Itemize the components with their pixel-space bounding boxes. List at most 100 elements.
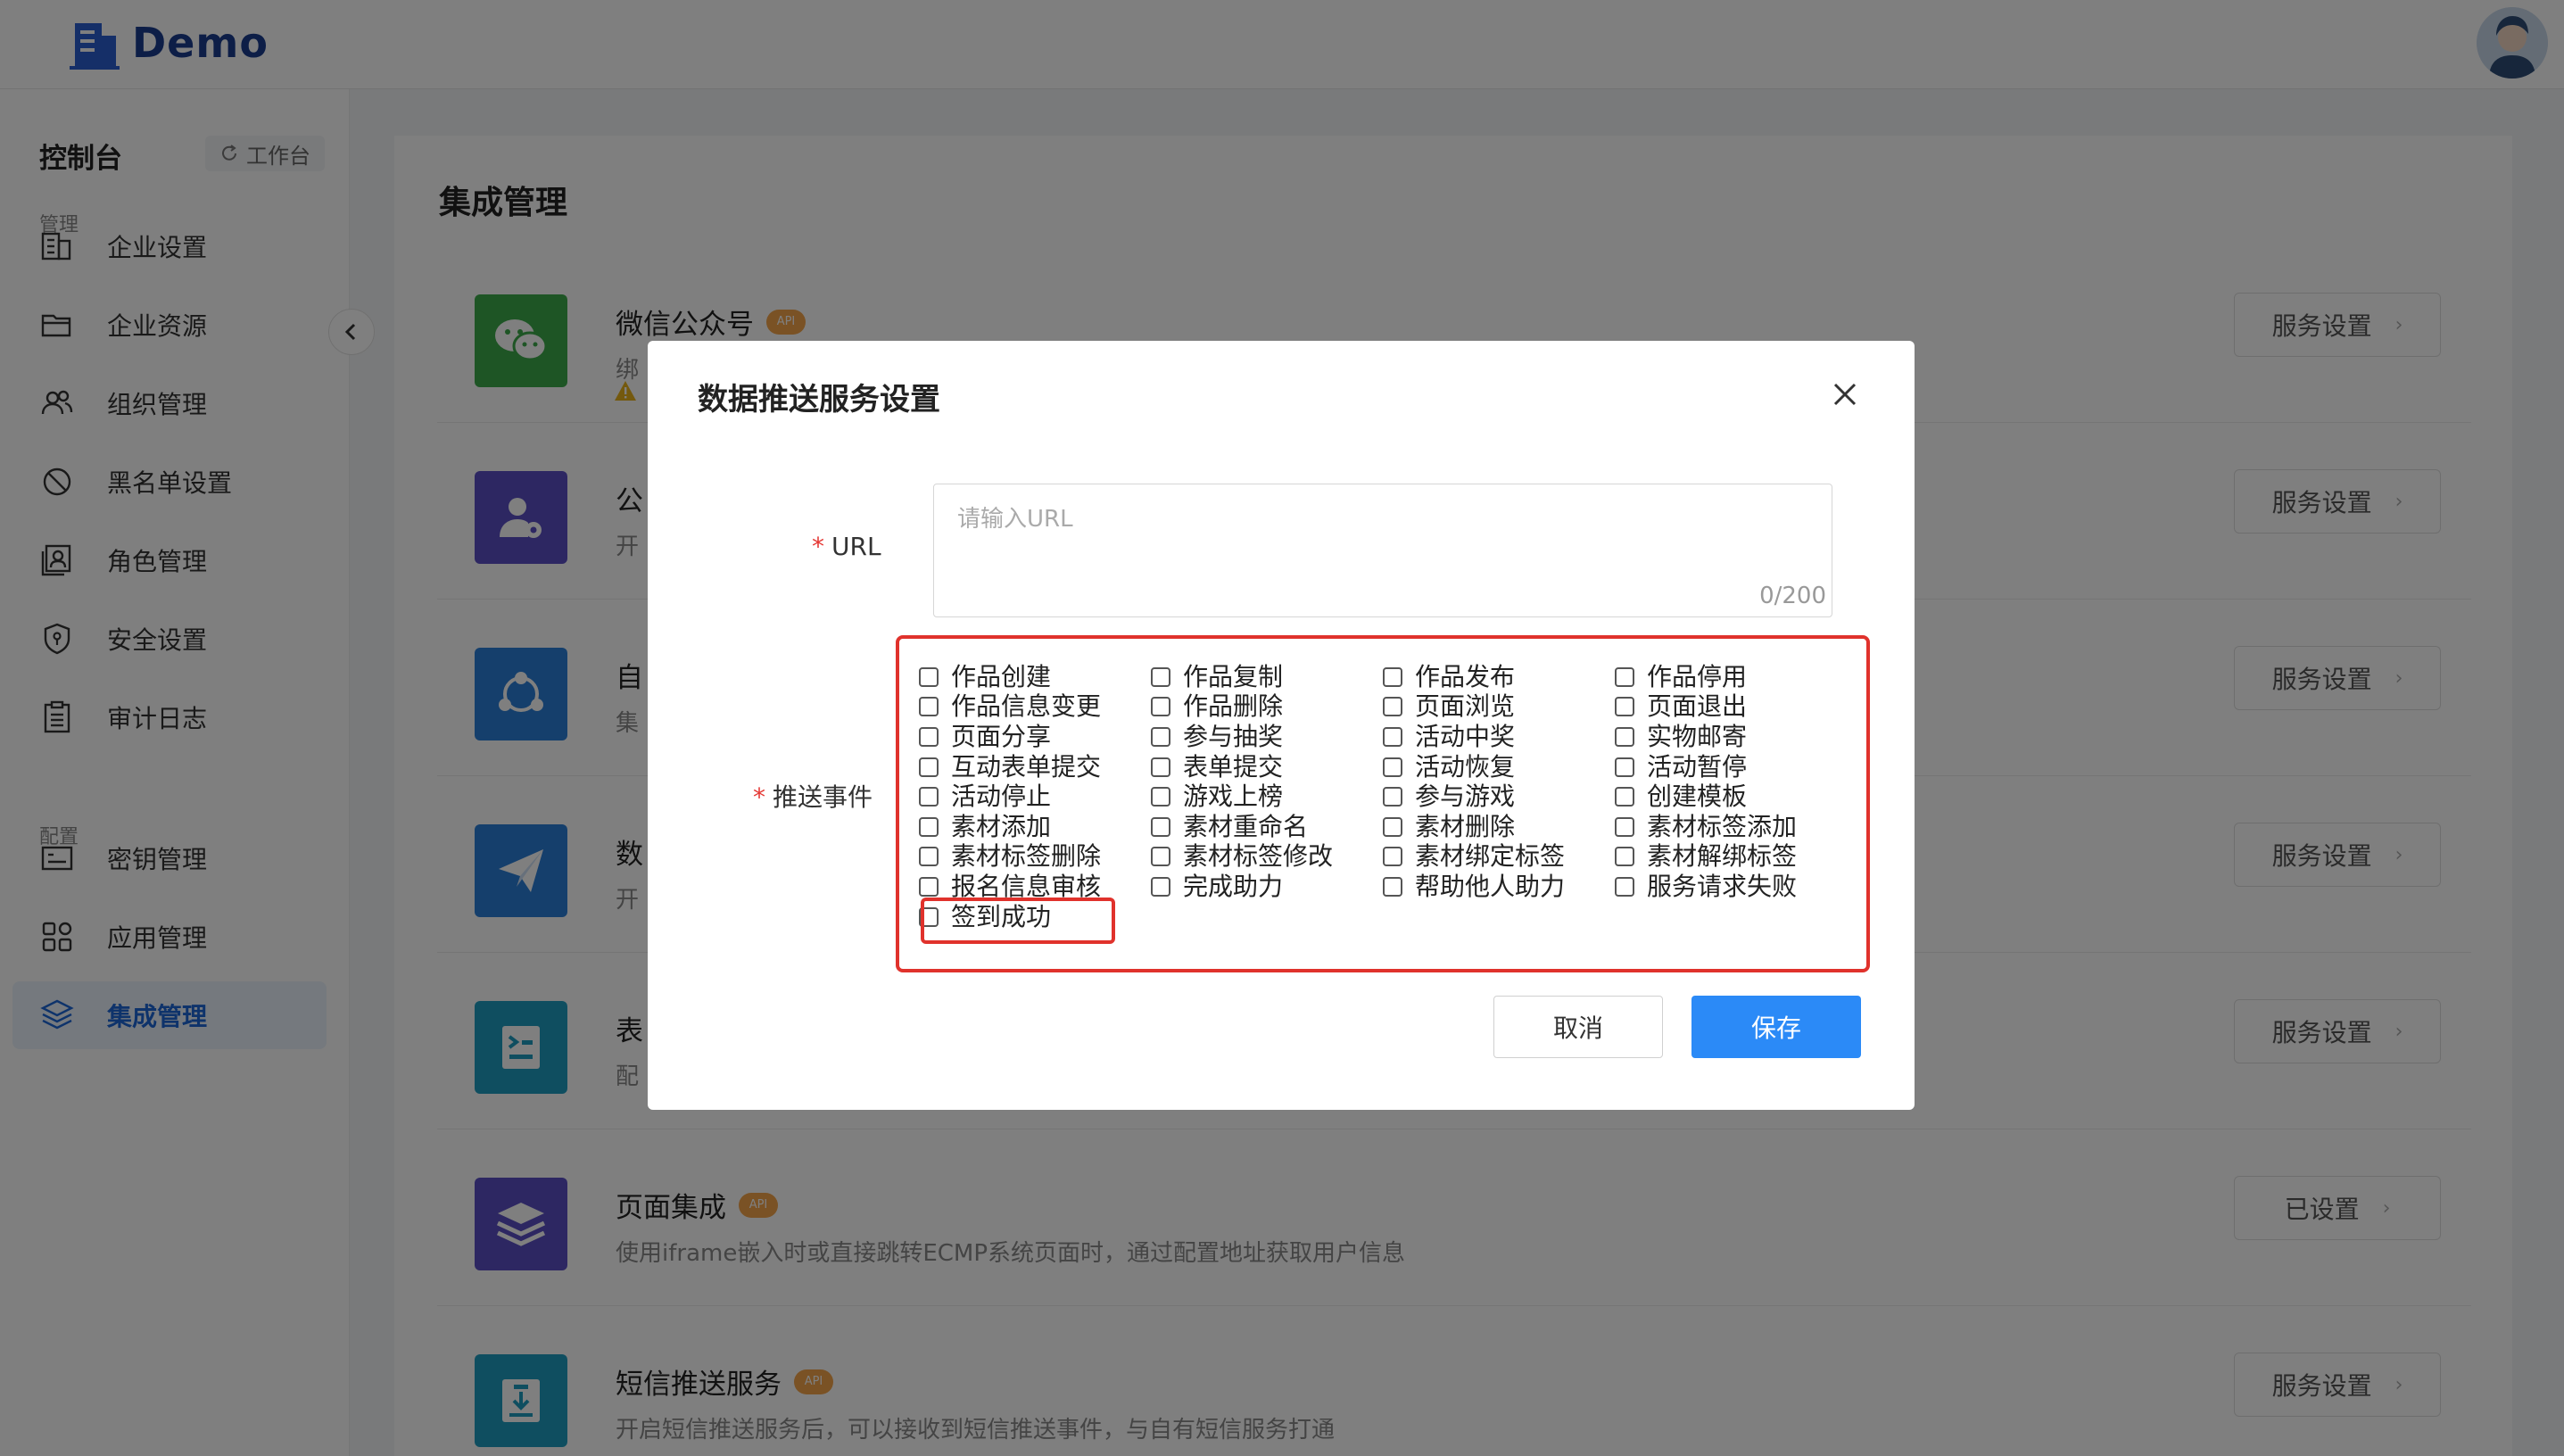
checkbox-label: 表单提交 [1183,751,1284,782]
event-checkbox-item[interactable]: 活动停止 [919,782,1151,812]
checkbox-label: 作品创建 [951,661,1052,691]
event-checkbox-item[interactable]: 作品复制 [1151,662,1383,692]
checkbox[interactable] [1615,876,1634,897]
checkbox-label: 作品复制 [1183,661,1284,691]
event-checkbox-item[interactable]: 作品创建 [919,662,1151,692]
checkbox[interactable] [1383,757,1402,777]
checkbox[interactable] [1151,757,1170,777]
cancel-button[interactable]: 取消 [1493,996,1663,1058]
checkbox[interactable] [1383,697,1402,717]
checkbox[interactable] [1151,787,1170,807]
event-checkbox-item[interactable]: 页面分享 [919,722,1151,752]
checkbox-label: 活动停止 [951,782,1052,812]
checkbox-label: 活动恢复 [1415,751,1516,782]
checkbox[interactable] [1383,876,1402,897]
checkbox[interactable] [919,787,939,807]
checkbox-label: 素材删除 [1415,811,1516,841]
checkbox-label: 服务请求失败 [1647,871,1798,901]
push-events-label: * 推送事件 [753,778,873,814]
checkbox-label: 素材重命名 [1183,811,1309,841]
checkbox[interactable] [1615,726,1634,747]
checkbox-label: 作品发布 [1415,661,1516,691]
event-checkbox-item[interactable]: 游戏上榜 [1151,782,1383,812]
checkbox-label: 素材标签添加 [1647,811,1798,841]
checkbox[interactable] [1151,847,1170,867]
checkbox[interactable] [1615,666,1634,687]
event-checkbox-item[interactable]: 参与游戏 [1383,782,1615,812]
checkbox-label: 页面分享 [951,721,1052,751]
save-button[interactable]: 保存 [1691,996,1861,1058]
event-checkbox-item[interactable]: 帮助他人助力 [1383,872,1615,902]
checkbox-label: 创建模板 [1647,782,1748,812]
checkbox[interactable] [1383,787,1402,807]
checkbox[interactable] [1383,816,1402,837]
checkbox[interactable] [919,816,939,837]
checkbox[interactable] [1615,757,1634,777]
event-checkbox-item[interactable]: 素材标签修改 [1151,842,1383,873]
checkbox-label: 完成助力 [1183,871,1284,901]
checkbox[interactable] [1383,847,1402,867]
event-checkbox-item[interactable]: 素材标签添加 [1615,812,1847,842]
event-checkbox-item[interactable]: 实物邮寄 [1615,722,1847,752]
url-input-box: 0/200 [933,484,1832,617]
event-checkbox-item[interactable]: 素材绑定标签 [1383,842,1615,873]
event-checkbox-item[interactable]: 素材解绑标签 [1615,842,1847,873]
checkbox[interactable] [919,666,939,687]
checkbox[interactable] [1615,787,1634,807]
url-label-text: URL [831,532,881,561]
event-checkbox-item[interactable]: 活动暂停 [1615,752,1847,782]
checkbox[interactable] [1615,816,1634,837]
event-checkbox-item[interactable]: 活动中奖 [1383,722,1615,752]
checkbox[interactable] [919,697,939,717]
checkbox-label: 页面退出 [1647,691,1748,722]
checkbox[interactable] [1383,666,1402,687]
event-checkbox-item[interactable]: 素材标签删除 [919,842,1151,873]
url-label: * URL [812,532,881,561]
checkbox-label: 互动表单提交 [951,751,1102,782]
dialog-title: 数据推送服务设置 [698,382,940,418]
event-checkbox-item[interactable]: 作品信息变更 [919,692,1151,723]
checkbox-label: 活动暂停 [1647,751,1748,782]
event-checkbox-item[interactable]: 服务请求失败 [1615,872,1847,902]
url-input[interactable] [934,484,1832,616]
event-checkbox-item[interactable]: 创建模板 [1615,782,1847,812]
event-checkbox-item[interactable]: 活动恢复 [1383,752,1615,782]
event-checkbox-item[interactable]: 素材删除 [1383,812,1615,842]
checkbox[interactable] [1151,726,1170,747]
checkbox[interactable] [1151,666,1170,687]
event-checkbox-item[interactable]: 页面浏览 [1383,692,1615,723]
event-checkbox-item[interactable]: 互动表单提交 [919,752,1151,782]
required-mark: * [753,782,765,812]
event-checkbox-item[interactable]: 素材添加 [919,812,1151,842]
checkbox-label: 素材标签删除 [951,841,1102,872]
checkbox[interactable] [919,847,939,867]
event-checkbox-item[interactable]: 作品停用 [1615,662,1847,692]
data-push-settings-dialog: 数据推送服务设置 *URL 0/200 *推送事件 作品创建作品复制作品发布作品… [648,341,1915,1110]
checkbox[interactable] [1615,847,1634,867]
checkbox-label: 参与抽奖 [1183,721,1284,751]
checkbox[interactable] [1615,697,1634,717]
checkbox[interactable] [1151,697,1170,717]
event-checkbox-item[interactable]: 素材重命名 [1151,812,1383,842]
close-button[interactable] [1824,373,1866,416]
checkbox-label: 作品停用 [1647,661,1748,691]
checkbox[interactable] [1151,876,1170,897]
checkbox-label: 作品信息变更 [951,691,1102,722]
event-checkbox-item[interactable]: 完成助力 [1151,872,1383,902]
checkbox[interactable] [919,757,939,777]
event-checkbox-item[interactable]: 参与抽奖 [1151,722,1383,752]
checkbox-label: 活动中奖 [1415,721,1516,751]
checkbox-label: 帮助他人助力 [1415,871,1566,901]
required-mark: * [812,532,824,561]
checkbox[interactable] [1151,816,1170,837]
checkbox[interactable] [919,876,939,897]
event-checkbox-item[interactable]: 页面退出 [1615,692,1847,723]
checkbox-label: 参与游戏 [1415,782,1516,812]
event-checkbox-item[interactable]: 作品删除 [1151,692,1383,723]
event-checkbox-item[interactable]: 表单提交 [1151,752,1383,782]
push-events-label-text: 推送事件 [773,782,873,812]
checkbox[interactable] [919,726,939,747]
close-icon [1833,383,1857,406]
checkbox[interactable] [1383,726,1402,747]
event-checkbox-item[interactable]: 作品发布 [1383,662,1615,692]
